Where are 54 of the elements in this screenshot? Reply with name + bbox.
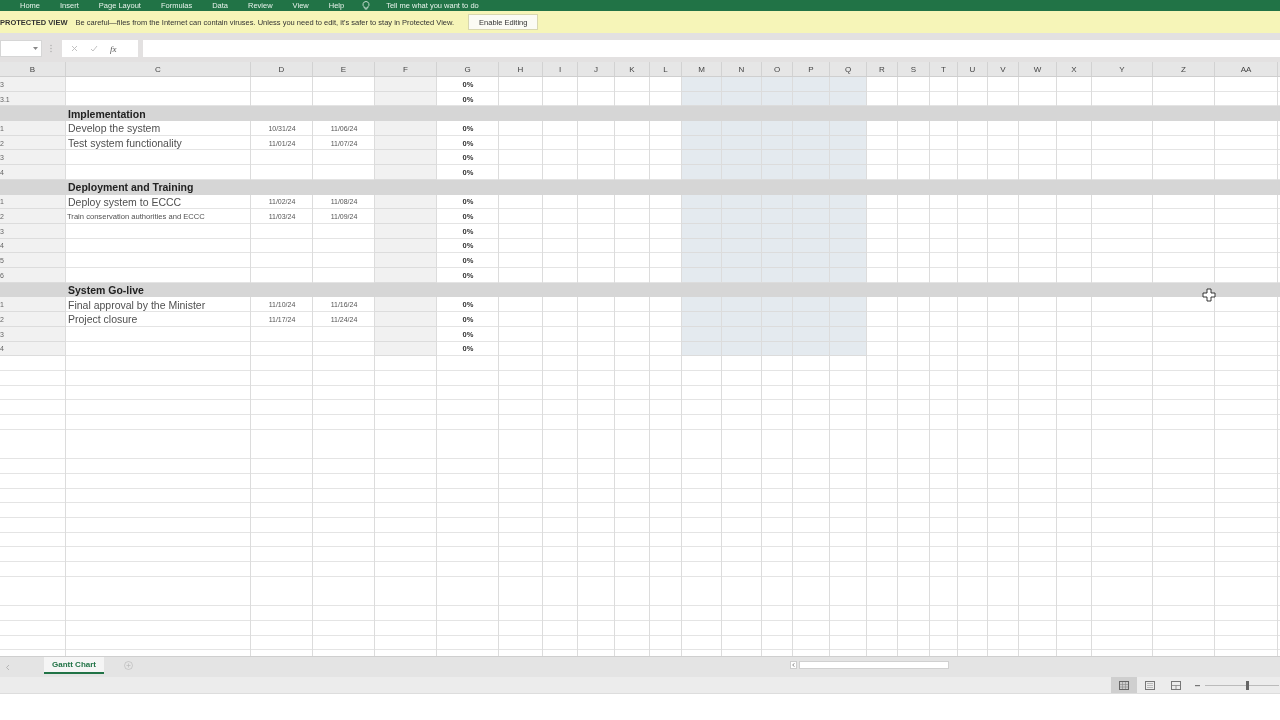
task-name: Deploy system to ECCC bbox=[67, 195, 182, 208]
add-sheet-icon[interactable] bbox=[124, 661, 133, 670]
section-title: Implementation bbox=[67, 106, 146, 122]
column-header[interactable]: M bbox=[682, 62, 722, 76]
sheet-tab[interactable]: Gantt Chart bbox=[44, 657, 104, 674]
task-name: Final approval by the Minister bbox=[67, 298, 206, 311]
zoom-out-icon[interactable] bbox=[1195, 683, 1200, 687]
section-title: Deployment and Training bbox=[67, 180, 194, 195]
column-header[interactable]: K bbox=[615, 62, 650, 76]
move-cursor-icon bbox=[1202, 288, 1216, 302]
column-header[interactable]: P bbox=[793, 62, 830, 76]
name-box[interactable] bbox=[0, 40, 42, 57]
column-header[interactable]: H bbox=[499, 62, 543, 76]
column-header[interactable]: S bbox=[898, 62, 930, 76]
task-name: Project closure bbox=[67, 313, 138, 326]
column-header[interactable]: AA bbox=[1215, 62, 1278, 76]
column-header[interactable]: U bbox=[958, 62, 988, 76]
column-header[interactable]: B bbox=[0, 62, 66, 76]
column-header[interactable]: L bbox=[650, 62, 682, 76]
scroll-left-icon[interactable] bbox=[5, 664, 11, 671]
column-header[interactable]: W bbox=[1019, 62, 1057, 76]
column-header[interactable]: X bbox=[1057, 62, 1092, 76]
column-header[interactable]: D bbox=[251, 62, 313, 76]
scrollbar-thumb[interactable] bbox=[799, 661, 949, 669]
lightbulb-icon bbox=[362, 1, 371, 10]
dropdown-icon[interactable] bbox=[33, 47, 38, 50]
grid-icon bbox=[1119, 680, 1129, 690]
formula-input[interactable] bbox=[143, 40, 1280, 57]
task-name: Test system functionality bbox=[67, 137, 182, 150]
column-header[interactable]: V bbox=[988, 62, 1019, 76]
column-header[interactable]: Y bbox=[1092, 62, 1153, 76]
column-header[interactable]: N bbox=[722, 62, 762, 76]
column-header[interactable]: Z bbox=[1153, 62, 1215, 76]
check-icon[interactable] bbox=[90, 45, 98, 52]
insert-function-button[interactable]: fx bbox=[110, 43, 117, 54]
grip-icon bbox=[48, 44, 54, 53]
view-button[interactable] bbox=[1111, 677, 1137, 693]
column-header[interactable]: T bbox=[930, 62, 958, 76]
section-title: System Go-live bbox=[67, 282, 144, 298]
column-header[interactable]: Q bbox=[830, 62, 867, 76]
column-header[interactable]: E bbox=[313, 62, 375, 76]
page-icon bbox=[1145, 680, 1155, 690]
scroll-left-icon[interactable] bbox=[790, 661, 797, 669]
column-header[interactable]: F bbox=[375, 62, 437, 76]
column-header[interactable]: O bbox=[762, 62, 793, 76]
page-break-icon bbox=[1171, 680, 1181, 690]
cancel-icon[interactable] bbox=[71, 45, 78, 52]
column-header[interactable]: J bbox=[578, 62, 615, 76]
zoom-thumb[interactable] bbox=[1245, 680, 1249, 690]
column-header[interactable]: G bbox=[437, 62, 499, 76]
task-name: Develop the system bbox=[67, 122, 161, 135]
column-header[interactable]: R bbox=[867, 62, 898, 76]
column-header[interactable]: C bbox=[66, 62, 251, 76]
column-header[interactable]: I bbox=[543, 62, 578, 76]
